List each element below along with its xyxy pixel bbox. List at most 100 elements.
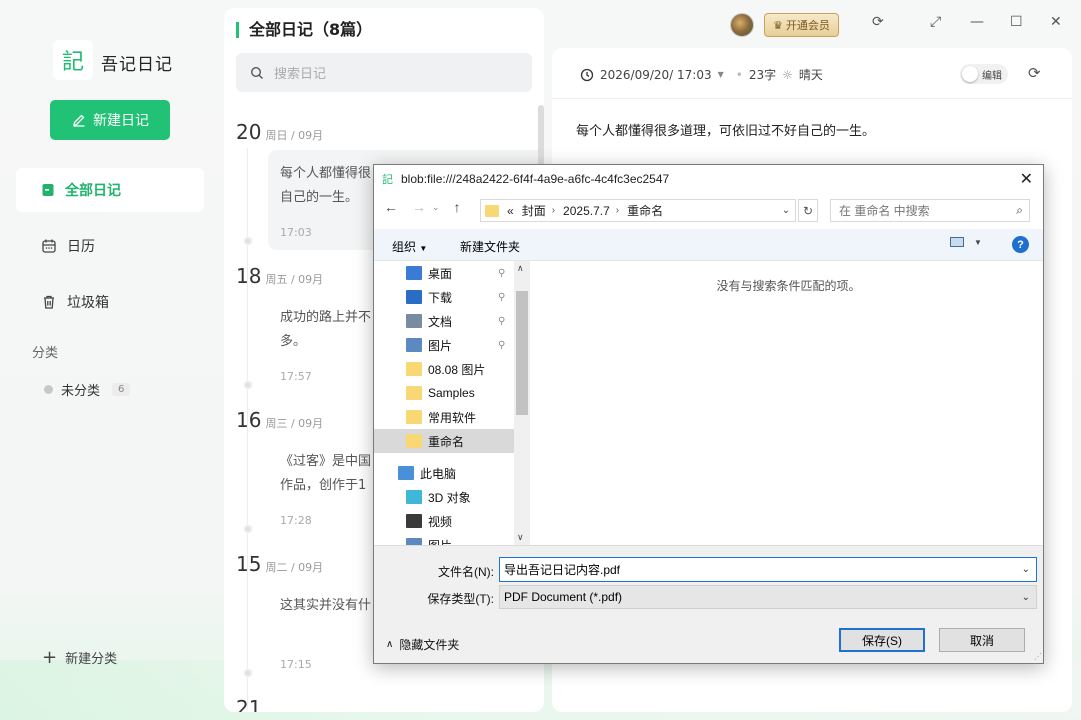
tree-item[interactable]: 此电脑 — [374, 461, 514, 485]
filetype-select[interactable]: PDF Document (*.pdf) ⌄ — [499, 585, 1037, 609]
top-bar: ♛ 开通会员 — [730, 12, 839, 38]
clock-icon — [580, 68, 594, 81]
editor-datetime[interactable]: 2026/09/20/ 17:03 — [600, 68, 712, 82]
close-icon[interactable]: ✕ — [1050, 14, 1062, 30]
cancel-button[interactable]: 取消 — [939, 628, 1025, 652]
refresh-icon[interactable]: ⟳ — [872, 14, 884, 30]
weather-label[interactable]: 晴天 — [799, 66, 823, 83]
scroll-thumb[interactable] — [516, 291, 528, 415]
pin-icon[interactable]: ⚲ — [498, 268, 505, 279]
tree-item[interactable]: 桌面 ⚲ — [374, 261, 514, 285]
tree-item-label: Samples — [428, 386, 475, 400]
entry-date: 18 周五 / 09月 — [236, 264, 323, 288]
path-segment-label: 2025.7.7 — [563, 203, 610, 218]
entry-weekday: 周日 / 09月 — [265, 129, 324, 142]
tree-scrollbar[interactable]: ∧ ∨ — [514, 261, 530, 545]
maximize-icon[interactable]: ☐ — [1010, 14, 1023, 30]
pin-icon[interactable]: ⚲ — [498, 316, 505, 327]
caret-down-icon[interactable]: ▼ — [718, 70, 724, 79]
organize-menu[interactable]: 组织 ▼ — [392, 238, 427, 255]
app-name: 吾记日记 — [101, 55, 173, 75]
new-folder-button[interactable]: 新建文件夹 — [460, 238, 520, 255]
nav-trash[interactable]: 垃圾箱 — [16, 280, 204, 324]
save-button[interactable]: 保存(S) — [839, 628, 925, 652]
add-category-button[interactable]: + 新建分类 — [42, 648, 117, 667]
app-small-icon: 記 — [382, 174, 393, 186]
expand-icon[interactable]: ⤢ — [930, 14, 941, 30]
entry-date: 16 周三 / 09月 — [236, 408, 323, 432]
category-dot-icon — [44, 385, 53, 394]
folder-icon — [485, 204, 499, 217]
entry-time: 17:03 — [280, 226, 312, 239]
view-options[interactable]: ▼ — [950, 237, 982, 247]
scroll-down-icon[interactable]: ∨ — [517, 532, 524, 543]
tree-item-label: 此电脑 — [420, 466, 457, 481]
path-segment[interactable]: 2025.7.7 › — [563, 204, 619, 218]
hide-folders-toggle[interactable]: ∧ 隐藏文件夹 — [386, 636, 459, 653]
nav-all-diaries[interactable]: 全部日记 — [16, 168, 204, 212]
pencil-icon — [73, 114, 85, 127]
path-segment[interactable]: 重命名 — [627, 202, 663, 219]
tree-item-label: 重命名 — [428, 434, 465, 449]
tree-item[interactable]: 文档 ⚲ — [374, 309, 514, 333]
timeline-dot — [243, 380, 253, 390]
address-dropdown-icon[interactable]: ⌄ — [777, 205, 795, 216]
chevron-right-icon[interactable]: › — [552, 205, 555, 216]
address-bar[interactable]: « 封面 › 2025.7.7 › 重命名 ⌄ — [480, 199, 796, 222]
dialog-close-icon[interactable]: ✕ — [1020, 169, 1033, 189]
tree-item[interactable]: 重命名 — [374, 429, 514, 453]
tree-item[interactable]: 3D 对象 — [374, 485, 514, 509]
minimize-icon[interactable]: — — [970, 14, 984, 30]
sun-icon: ☼ — [782, 67, 793, 82]
filename-input[interactable]: 导出吾记日记内容.pdf ⌄ — [499, 557, 1037, 582]
help-icon[interactable]: ? — [1012, 236, 1029, 253]
tree-item[interactable]: 图片 — [374, 533, 514, 545]
file-list-area[interactable]: 没有与搜索条件匹配的项。 — [534, 261, 1043, 545]
resize-grip-icon[interactable]: ⋰ — [1034, 652, 1042, 661]
scroll-up-icon[interactable]: ∧ — [517, 263, 524, 274]
chevron-right-icon[interactable]: › — [616, 205, 619, 216]
pin-icon[interactable]: ⚲ — [498, 340, 505, 351]
desktop-icon — [406, 266, 422, 280]
folder-icon — [406, 362, 422, 376]
hide-folders-label: 隐藏文件夹 — [399, 638, 460, 652]
chevron-down-icon[interactable]: ⌄ — [432, 202, 440, 213]
chevron-down-icon[interactable]: ⌄ — [1022, 564, 1030, 575]
nav-all-label: 全部日记 — [65, 183, 121, 199]
chevron-down-icon[interactable]: ⌄ — [1022, 592, 1030, 603]
back-arrow-icon[interactable]: ← — [384, 199, 398, 215]
tree-item[interactable]: 下载 ⚲ — [374, 285, 514, 309]
filename-value: 导出吾记日记内容.pdf — [504, 563, 621, 577]
vip-button[interactable]: ♛ 开通会员 — [764, 13, 839, 37]
folder-search-input[interactable]: 在 重命名 中搜索 ⌕ — [830, 199, 1030, 222]
nav-calendar[interactable]: 日历 — [16, 224, 204, 268]
pictures-icon — [406, 538, 422, 545]
new-diary-button[interactable]: 新建日记 — [50, 100, 170, 140]
up-arrow-icon[interactable]: ↑ — [454, 199, 461, 215]
calendar-icon — [42, 239, 56, 253]
pin-icon[interactable]: ⚲ — [498, 292, 505, 303]
entry-time: 17:28 — [280, 514, 312, 527]
tree-item[interactable]: 常用软件 — [374, 405, 514, 429]
diary-entry[interactable]: 21 — [224, 696, 544, 712]
refresh-path-icon[interactable]: ↻ — [798, 199, 818, 222]
tree-item[interactable]: 图片 ⚲ — [374, 333, 514, 357]
category-uncategorized[interactable]: 未分类 6 — [44, 380, 131, 399]
edit-label: 编辑 — [982, 70, 1002, 82]
pc-icon — [398, 466, 414, 480]
chevron-up-icon: ∧ — [386, 639, 394, 650]
path-segment[interactable]: 封面 › — [522, 202, 555, 219]
add-category-label: 新建分类 — [65, 652, 118, 667]
edit-toggle[interactable]: 编辑 — [960, 64, 1008, 84]
tree-item[interactable]: 08.08 图片 — [374, 357, 514, 381]
sync-icon[interactable]: ⟳ — [1028, 64, 1041, 82]
forward-arrow-icon[interactable]: → — [412, 199, 426, 215]
path-prefix: « — [507, 204, 514, 218]
tree-item[interactable]: Samples — [374, 381, 514, 405]
dialog-title: blob:file:///248a2422-6f4f-4a9e-a6fc-4c4… — [401, 172, 670, 186]
entry-date: 15 周二 / 09月 — [236, 552, 323, 576]
user-avatar[interactable] — [730, 13, 754, 37]
tree-item[interactable]: 视频 — [374, 509, 514, 533]
diary-search-input[interactable]: 搜索日记 — [236, 53, 532, 92]
editor-content[interactable]: 每个人都懂得很多道理，可依旧过不好自己的一生。 — [576, 120, 875, 139]
